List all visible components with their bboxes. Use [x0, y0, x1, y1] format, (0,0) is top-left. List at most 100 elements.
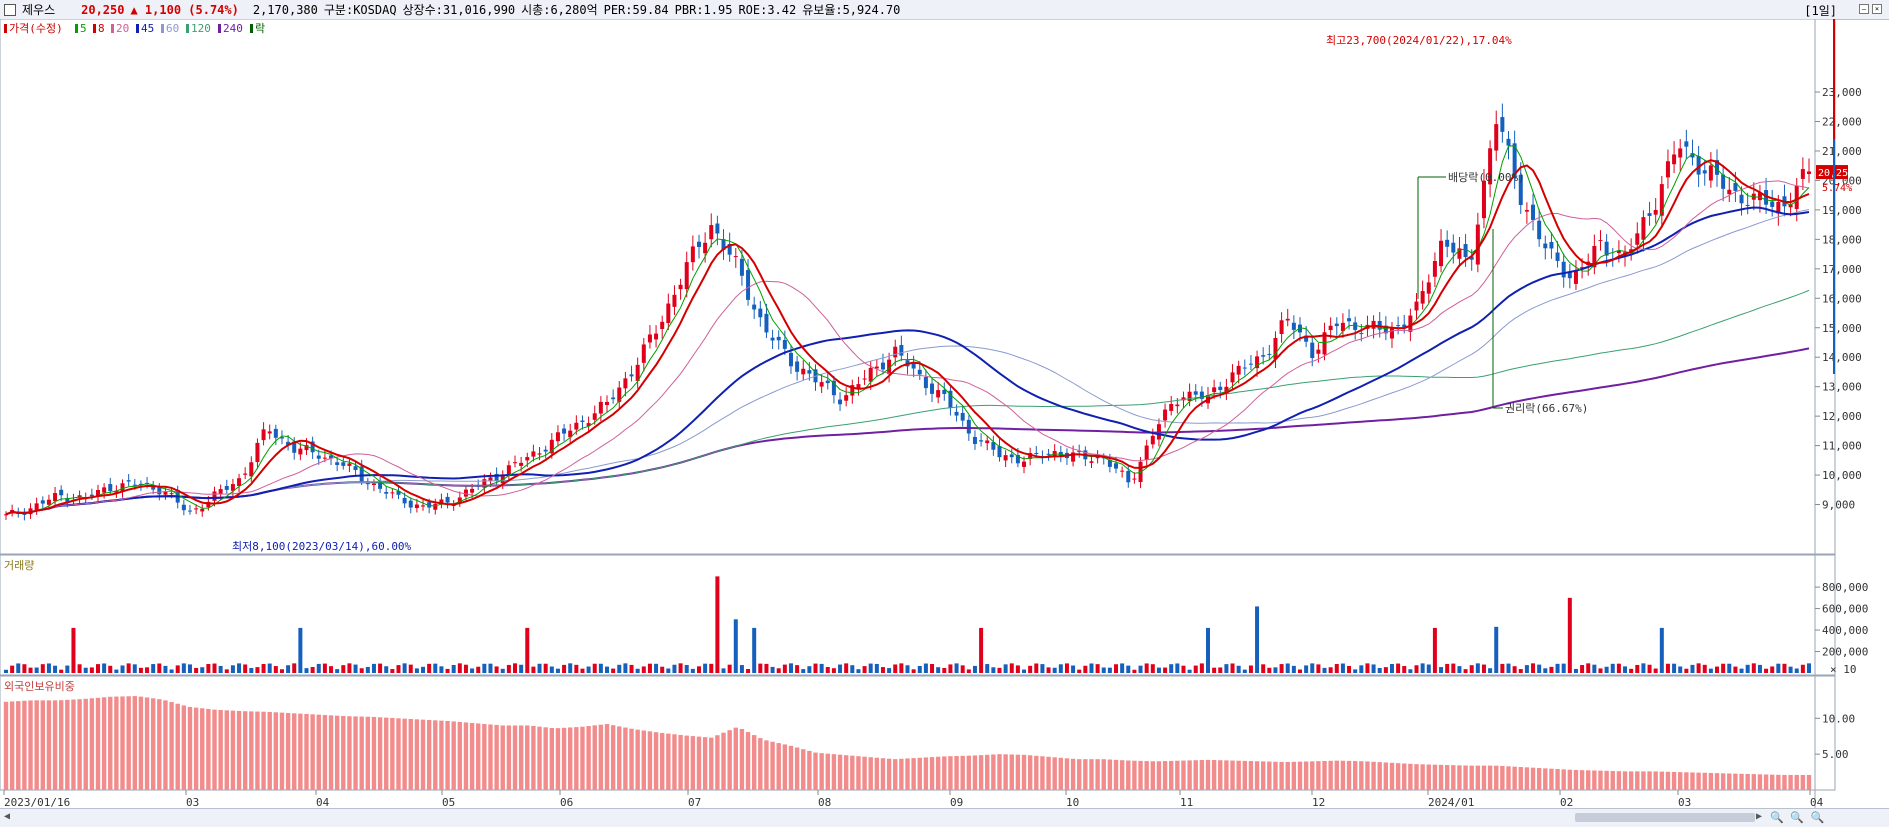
foreign-bar [1334, 760, 1339, 790]
volume-bar [1285, 663, 1290, 673]
volume-bar [224, 669, 229, 673]
foreign-bar [469, 722, 475, 790]
scroll-left-icon[interactable]: ◀ [4, 811, 10, 822]
volume-bar [936, 667, 941, 673]
foreign-bar [1696, 772, 1701, 790]
volume-bar [788, 663, 793, 673]
volume-bar [1580, 665, 1585, 673]
foreign-bar [187, 706, 193, 790]
volume-bar [261, 663, 266, 673]
candle-body [868, 367, 873, 382]
volume-bar [1077, 669, 1082, 673]
candle-body [684, 262, 689, 290]
foreign-bar [482, 723, 487, 790]
candle-body [1439, 240, 1444, 267]
volume-bar [1273, 667, 1278, 673]
foreign-bar [28, 700, 33, 790]
legend-item: 락 [255, 22, 265, 35]
volume-bar [322, 663, 327, 673]
candle-body [917, 369, 922, 375]
candle-body [249, 462, 254, 477]
foreign-bar [365, 716, 371, 790]
candle-body [408, 500, 413, 508]
volume-bar [218, 665, 223, 673]
foreign-bar [1260, 761, 1266, 790]
foreign-bar [1230, 760, 1235, 790]
foreign-bar [991, 754, 996, 790]
foreign-bar [813, 752, 818, 790]
checkbox-icon[interactable] [4, 3, 16, 16]
volume-bar [237, 663, 242, 673]
foreign-bar [1377, 762, 1382, 790]
foreign-bar [1733, 773, 1738, 790]
foreign-bar [1494, 765, 1499, 790]
foreign-bar [617, 726, 622, 790]
foreign-bar [610, 725, 616, 790]
foreign-bar [1273, 761, 1278, 790]
price-tick-label: 9,000 [1822, 499, 1855, 512]
scroll-thumb[interactable] [1575, 813, 1755, 822]
volume-bar [1359, 665, 1364, 673]
volume-bar [1169, 664, 1174, 673]
candle-body [1414, 301, 1419, 311]
candle-body [562, 428, 567, 434]
volume-bar [145, 667, 150, 673]
foreign-bar [1211, 760, 1217, 790]
foreign-bar [666, 733, 671, 790]
candle-body [1598, 240, 1603, 242]
foreign-bar [359, 716, 364, 790]
candle-body [954, 411, 959, 416]
foreign-bar [1383, 762, 1389, 790]
x-tick-label: 11 [1180, 796, 1193, 808]
volume-bar [905, 665, 910, 673]
candle-body [163, 491, 168, 495]
volume-bar [948, 664, 953, 673]
foreign-bar [862, 756, 867, 790]
x-tick-label: 05 [442, 796, 455, 808]
foreign-bar [175, 703, 180, 790]
foreign-bar [1549, 768, 1554, 790]
foreign-bar [292, 713, 297, 790]
scroll-bar[interactable]: ◀ ▶ 🔍 🔍 🔍 [0, 808, 1889, 827]
candle-body [1022, 461, 1027, 467]
zoom-icon[interactable]: 🔍 🔍 🔍 [1770, 811, 1824, 824]
foreign-bar [794, 747, 800, 790]
volume-bar [586, 666, 591, 673]
volume-bar [95, 664, 100, 673]
volume-bar [53, 665, 58, 673]
candle-body [1034, 452, 1039, 454]
volume-bar [1721, 663, 1726, 673]
candle-body [752, 304, 757, 310]
volume-bar [1561, 663, 1566, 673]
price-tick-label: 13,000 [1822, 381, 1862, 394]
volume-bar [77, 664, 82, 673]
foreign-bar [22, 700, 27, 790]
foreign-bar [825, 753, 830, 790]
foreign-bar [1720, 773, 1726, 790]
scroll-right-icon[interactable]: ▶ [1756, 811, 1762, 822]
volume-bar [537, 663, 542, 673]
volume-bar [414, 668, 419, 673]
candle-body [1426, 282, 1431, 294]
candle-body [1132, 478, 1137, 480]
foreign-bar [1567, 769, 1573, 790]
volume-bar [1365, 663, 1370, 673]
volume-bar [310, 667, 315, 673]
candle-body [1451, 242, 1456, 253]
close-icon[interactable]: × [1872, 4, 1882, 14]
period-selector[interactable]: [1일] [1804, 2, 1837, 19]
minimize-icon[interactable]: – [1859, 4, 1869, 14]
volume-bar [1800, 664, 1805, 673]
volume-bar [1242, 669, 1247, 673]
legend-item: 60 [166, 22, 179, 35]
candle-body [525, 457, 530, 461]
foreign-bar [721, 732, 726, 790]
candle-body [1003, 455, 1008, 461]
volume-bar [1028, 665, 1033, 673]
foreign-bar [978, 755, 984, 790]
volume-bar [1071, 665, 1076, 673]
volume-bar [476, 666, 481, 673]
volume-bar [28, 667, 33, 673]
volume-bar [838, 664, 843, 673]
volume-bar [1439, 667, 1444, 673]
